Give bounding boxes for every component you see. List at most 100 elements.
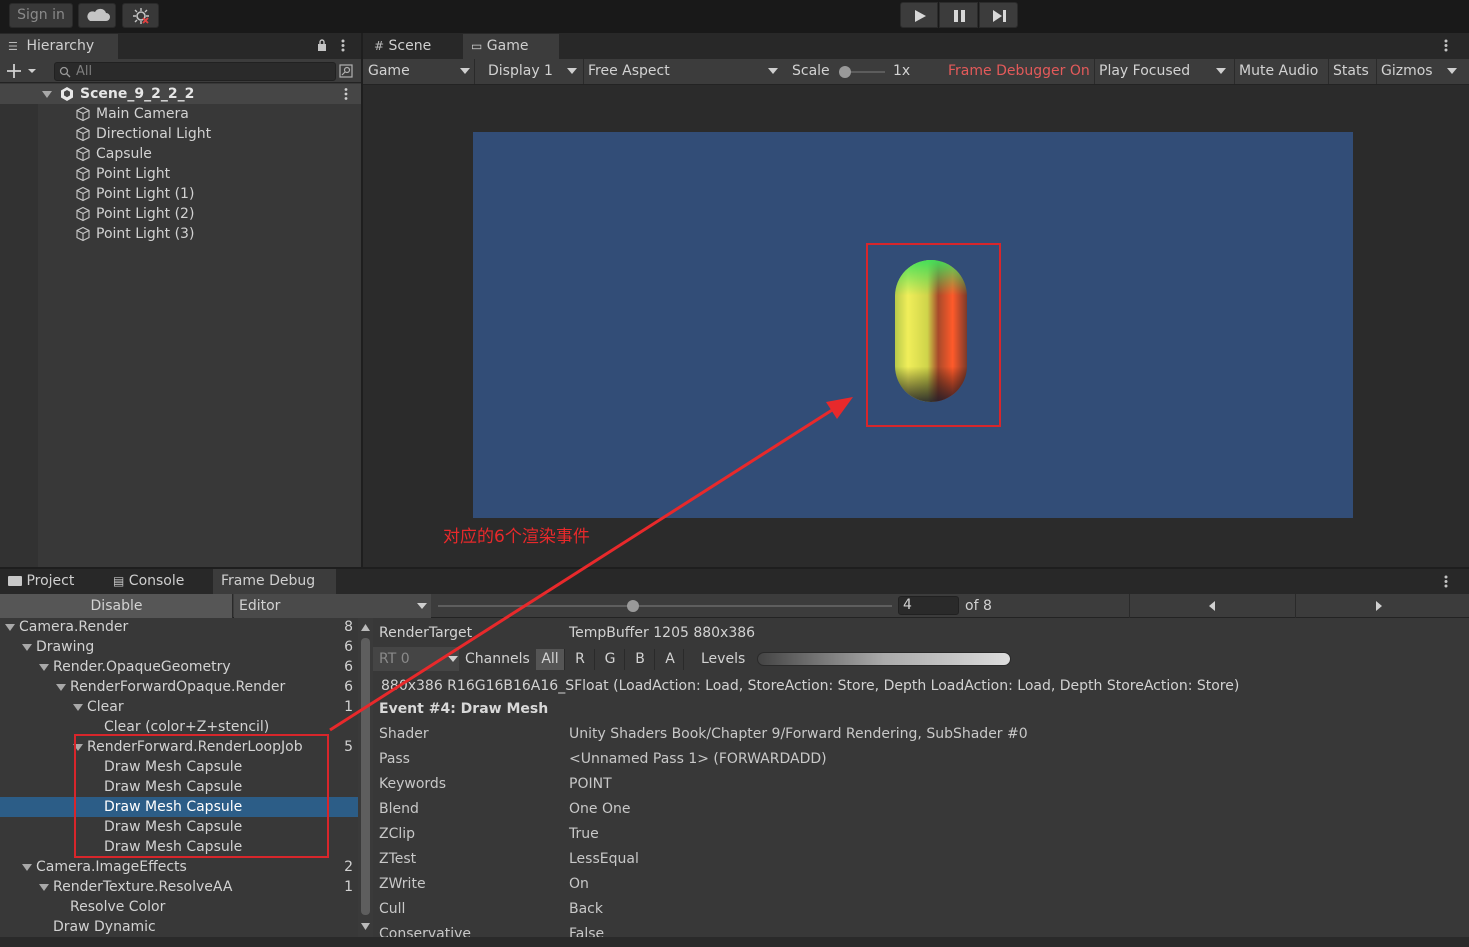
lock-icon[interactable] <box>316 38 328 52</box>
event-slider-thumb[interactable] <box>627 600 639 612</box>
channel-all-label: All <box>541 651 559 667</box>
hierarchy-item[interactable]: Point Light (3) <box>0 224 361 244</box>
game-tab-menu-icon[interactable] <box>1443 38 1449 53</box>
property-value: One One <box>569 801 631 817</box>
channel-r-toggle[interactable]: R <box>564 649 594 670</box>
pause-icon <box>954 10 965 22</box>
event-tree-row[interactable]: RenderTexture.ResolveAA 1 <box>0 877 358 897</box>
channel-g-toggle[interactable]: G <box>594 649 624 670</box>
expand-arrow[interactable] <box>22 644 32 651</box>
scale-slider[interactable] <box>839 66 885 78</box>
target-dropdown[interactable]: Editor <box>234 594 431 618</box>
channel-g-label: G <box>604 651 616 667</box>
tree-scrollbar-thumb[interactable] <box>361 638 370 915</box>
disable-button[interactable]: Disable <box>0 594 233 618</box>
scroll-up-icon[interactable] <box>361 624 370 631</box>
hierarchy-item[interactable]: Main Camera <box>0 104 361 124</box>
mute-audio-label: Mute Audio <box>1239 63 1319 79</box>
event-index-field[interactable]: 4 <box>898 596 959 615</box>
tree-scrollbar[interactable] <box>358 618 373 937</box>
tab-project[interactable]: Project <box>0 569 103 594</box>
expand-arrow[interactable] <box>56 684 66 691</box>
expand-arrow[interactable] <box>39 664 49 671</box>
hierarchy-search-field[interactable]: All <box>54 62 336 81</box>
channel-r-label: R <box>575 651 585 667</box>
event-tree-count: 2 <box>344 859 353 875</box>
collab-button[interactable] <box>122 3 159 28</box>
event-tree-row[interactable]: Drawing 6 <box>0 637 358 657</box>
hierarchy-item-label: Directional Light <box>96 126 212 142</box>
step-button[interactable] <box>979 2 1018 28</box>
event-slider[interactable] <box>438 600 892 612</box>
property-label: ZClip <box>379 826 416 842</box>
event-tree-row[interactable]: Camera.Render 8 <box>0 617 358 637</box>
next-event-button[interactable] <box>1297 594 1464 618</box>
sign-in-button[interactable]: Sign in <box>9 3 73 28</box>
rt-dropdown[interactable]: RT 0 <box>373 647 459 671</box>
event-tree-label: Resolve Color <box>70 899 166 915</box>
expand-arrow[interactable] <box>5 624 15 631</box>
event-tree-row[interactable]: RenderForwardOpaque.Render 6 <box>0 677 358 697</box>
property-label: Keywords <box>379 776 447 792</box>
search-by-type-icon[interactable] <box>339 63 354 79</box>
gizmos-dropdown[interactable] <box>1440 59 1462 84</box>
scale-slider-thumb[interactable] <box>839 66 851 78</box>
hierarchy-tabbar: ☰ Hierarchy <box>0 33 361 59</box>
channel-b-toggle[interactable]: B <box>624 649 654 670</box>
chevron-down-icon <box>768 68 778 74</box>
tab-game[interactable]: ▭ Game <box>463 34 559 59</box>
tab-scene[interactable]: # Scene <box>366 34 461 59</box>
game-dropdown[interactable]: Game <box>363 59 475 84</box>
channel-all-toggle[interactable]: All <box>536 649 564 670</box>
tab-console[interactable]: ▤ Console <box>105 569 211 594</box>
levels-slider[interactable] <box>757 652 1011 666</box>
scene-game-tabbar: # Scene ▭ Game <box>363 33 1469 59</box>
event-tree-label: Clear <box>87 699 124 715</box>
expand-arrow[interactable] <box>73 704 83 711</box>
create-button[interactable] <box>6 63 38 79</box>
event-tree-label: Camera.Render <box>19 619 129 635</box>
event-tree-row[interactable]: Resolve Color <box>0 897 358 917</box>
hierarchy-item[interactable]: Point Light <box>0 164 361 184</box>
property-label: ZTest <box>379 851 417 867</box>
hierarchy-item[interactable]: Directional Light <box>0 124 361 144</box>
display-dropdown[interactable]: Display 1 <box>483 59 583 84</box>
event-tree-row[interactable]: Clear 1 <box>0 697 358 717</box>
play-button[interactable] <box>900 2 938 28</box>
event-tree-row[interactable]: Render.OpaqueGeometry 6 <box>0 657 358 677</box>
event-tree-row[interactable]: Draw Dynamic <box>0 917 358 937</box>
hierarchy-item[interactable]: Point Light (2) <box>0 204 361 224</box>
display-dropdown-label: Display 1 <box>488 63 553 79</box>
gizmos-label: Gizmos <box>1381 63 1433 79</box>
scene-row[interactable]: Scene_9_2_2_2 <box>0 84 361 104</box>
hierarchy-item[interactable]: Capsule <box>0 144 361 164</box>
event-tree-count: 6 <box>344 639 353 655</box>
event-tree-row[interactable]: Camera.ImageEffects 2 <box>0 857 358 877</box>
expand-arrow[interactable] <box>39 884 49 891</box>
mute-audio-toggle[interactable]: Mute Audio <box>1234 59 1328 84</box>
tab-frame-debug[interactable]: Frame Debug <box>213 569 336 594</box>
scene-menu-icon[interactable] <box>343 87 349 101</box>
aspect-dropdown[interactable]: Free Aspect <box>583 59 783 84</box>
expand-arrow[interactable] <box>22 864 32 871</box>
expand-arrow[interactable] <box>42 91 52 98</box>
gizmos-toggle[interactable]: Gizmos <box>1376 59 1438 84</box>
bottom-tab-menu-icon[interactable] <box>1443 574 1449 589</box>
hierarchy-item[interactable]: Point Light (1) <box>0 184 361 204</box>
scroll-down-icon[interactable] <box>361 923 370 930</box>
tab-hierarchy[interactable]: ☰ Hierarchy <box>0 34 118 59</box>
hierarchy-menu-icon[interactable] <box>340 38 346 53</box>
cloud-button[interactable] <box>78 3 116 28</box>
property-label: ZWrite <box>379 876 426 892</box>
event-tree-label: Render.OpaqueGeometry <box>53 659 231 675</box>
event-tree-count: 6 <box>344 659 353 675</box>
tab-project-label: Project <box>26 573 75 589</box>
gameobject-cube-icon <box>76 106 90 122</box>
channel-a-toggle[interactable]: A <box>654 649 684 670</box>
play-focused-dropdown[interactable]: Play Focused <box>1094 59 1230 84</box>
event-tree-count: 5 <box>344 739 353 755</box>
gameobject-cube-icon <box>76 186 90 202</box>
stats-toggle[interactable]: Stats <box>1328 59 1376 84</box>
pause-button[interactable] <box>939 2 978 28</box>
prev-event-button[interactable] <box>1129 594 1296 618</box>
